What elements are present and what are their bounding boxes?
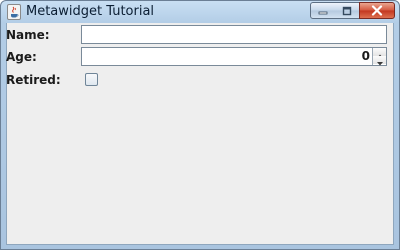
- age-spinner: [372, 48, 386, 65]
- retired-checkbox[interactable]: [85, 73, 98, 86]
- age-value[interactable]: 0: [362, 49, 370, 63]
- app-window: Metawidget Tutorial Name: Age: 0 Retired…: [0, 0, 400, 250]
- age-stepper[interactable]: 0: [81, 47, 387, 66]
- close-button[interactable]: [359, 2, 395, 19]
- minimize-button[interactable]: [310, 2, 336, 19]
- maximize-button[interactable]: [335, 2, 360, 19]
- minimize-icon: [318, 1, 328, 20]
- java-cup-icon[interactable]: [7, 4, 21, 20]
- chevron-down-icon: [376, 51, 383, 70]
- age-label: Age:: [6, 50, 37, 64]
- retired-label: Retired:: [6, 73, 61, 87]
- spin-down-button[interactable]: [373, 56, 386, 65]
- form-panel: Name: Age: 0 Retired:: [6, 23, 394, 245]
- close-icon: [371, 1, 383, 20]
- name-label: Name:: [6, 28, 50, 42]
- window-title: Metawidget Tutorial: [26, 4, 155, 19]
- maximize-icon: [342, 1, 352, 20]
- title-bar[interactable]: Metawidget Tutorial: [1, 1, 399, 23]
- name-field[interactable]: [81, 25, 387, 44]
